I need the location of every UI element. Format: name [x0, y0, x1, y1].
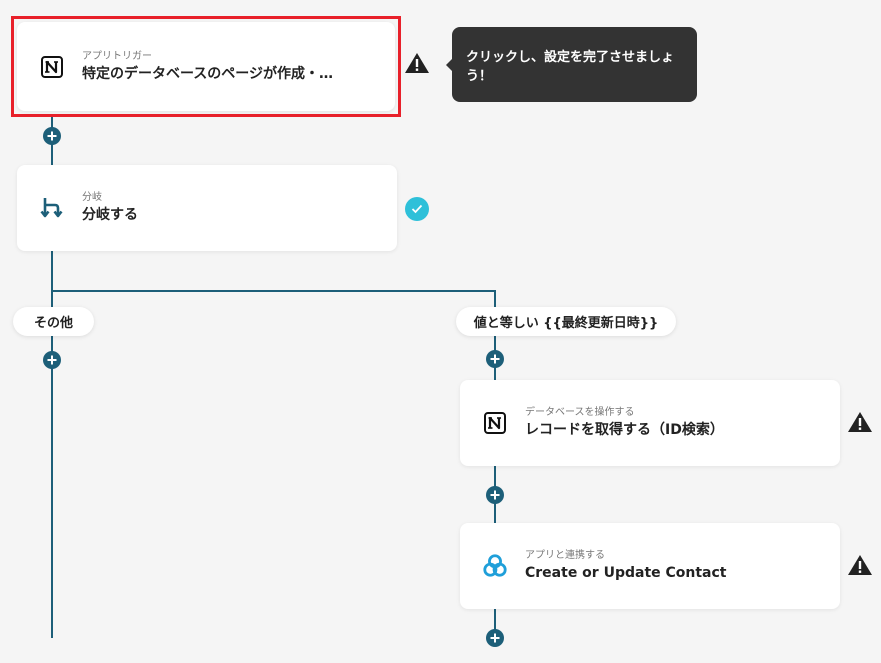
notion-icon	[482, 410, 508, 436]
app-logo-icon	[482, 553, 508, 579]
plus-icon	[490, 354, 500, 364]
plus-icon	[47, 131, 57, 141]
branch-label-match[interactable]: 値と等しい {{最終更新日時}}	[456, 307, 676, 336]
trigger-title: 特定のデータベースのページが作成・…	[82, 65, 334, 82]
add-step-button[interactable]	[486, 350, 504, 368]
trigger-subtitle: アプリトリガー	[82, 50, 152, 62]
plus-icon	[47, 355, 57, 365]
notion-icon	[39, 54, 65, 80]
trigger-card[interactable]: アプリトリガー 特定のデータベースのページが作成・…	[17, 22, 395, 111]
tooltip-text: クリックし、設定を完了させましょう！	[466, 49, 675, 84]
branch-label-match-text: 値と等しい {{最終更新日時}}	[473, 316, 659, 331]
contact-step-card[interactable]: アプリと連携する Create or Update Contact	[460, 523, 840, 609]
record-step-title: レコードを取得する（ID検索）	[525, 422, 724, 438]
add-step-button[interactable]	[486, 629, 504, 647]
branch-card[interactable]: 分岐 分岐する	[17, 165, 397, 251]
flow-canvas: アプリトリガー 特定のデータベースのページが作成・… クリックし、設定を完了させ…	[0, 0, 881, 663]
branch-label-other-text: その他	[33, 316, 73, 331]
add-step-button[interactable]	[43, 351, 61, 369]
plus-icon	[490, 490, 500, 500]
plus-icon	[490, 633, 500, 643]
record-step-subtitle: データベースを操作する	[525, 407, 635, 418]
warning-icon[interactable]	[847, 410, 873, 434]
warning-icon[interactable]	[404, 51, 430, 75]
add-step-button[interactable]	[486, 486, 504, 504]
branch-title: 分岐する	[82, 207, 138, 223]
contact-step-subtitle: アプリと連携する	[525, 550, 605, 561]
contact-step-title: Create or Update Contact	[525, 565, 727, 581]
branch-label-other[interactable]: その他	[13, 307, 94, 336]
branch-icon	[39, 195, 65, 221]
warning-icon[interactable]	[847, 553, 873, 577]
add-step-button[interactable]	[43, 127, 61, 145]
record-step-card[interactable]: データベースを操作する レコードを取得する（ID検索）	[460, 380, 840, 466]
check-icon	[405, 197, 429, 221]
branch-subtitle: 分岐	[82, 192, 102, 203]
connector-line	[51, 290, 496, 292]
tooltip: クリックし、設定を完了させましょう！	[446, 27, 697, 102]
